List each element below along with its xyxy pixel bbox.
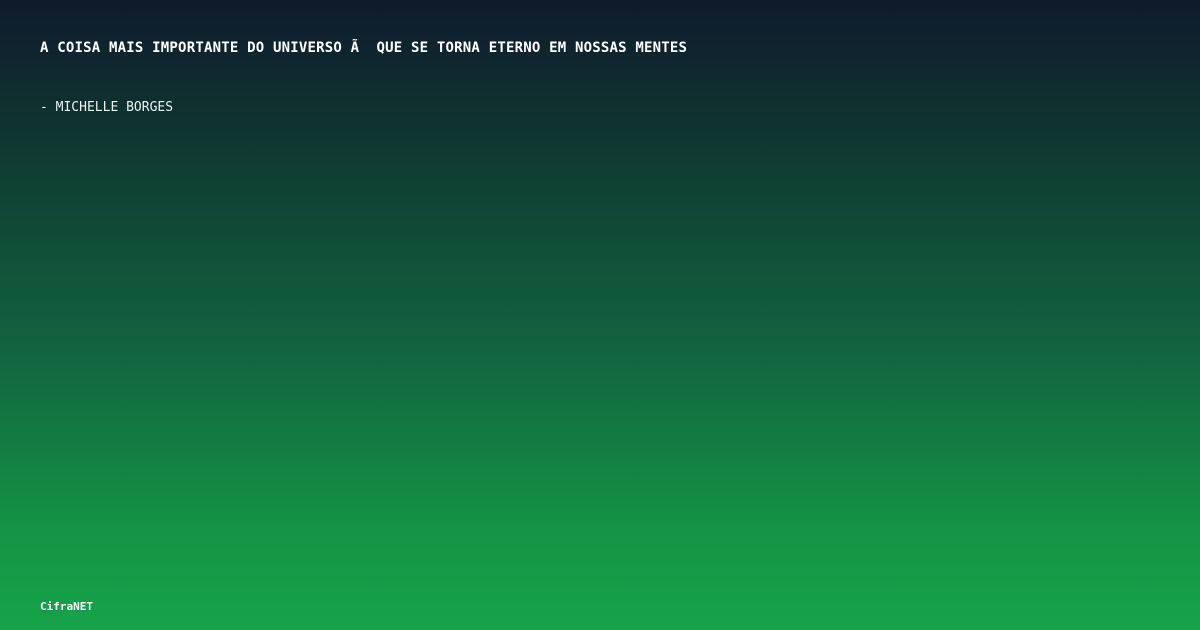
quote-text: A COISA MAIS IMPORTANTE DO UNIVERSO Ã QU… bbox=[40, 40, 688, 56]
brand-logo-text: CifraNET bbox=[40, 600, 93, 613]
quote-author: - MICHELLE BORGES bbox=[40, 100, 174, 115]
quote-card: { "quote": { "text": "A COISA MAIS IMPOR… bbox=[0, 0, 1200, 630]
